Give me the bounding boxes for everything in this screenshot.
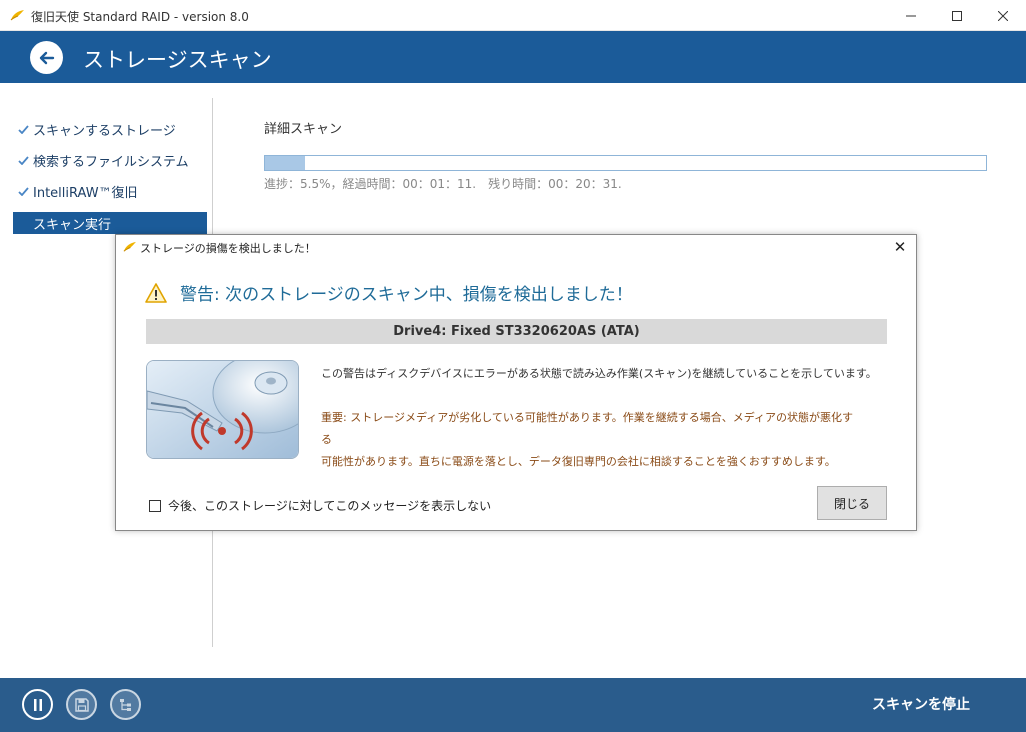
angel-wing-icon — [10, 10, 24, 21]
page-header: ストレージスキャン — [0, 31, 1026, 83]
close-icon — [998, 10, 1008, 21]
checkbox-box[interactable] — [149, 499, 161, 512]
hard-disk-icon — [147, 361, 298, 458]
close-window-button[interactable] — [980, 0, 1026, 31]
bottom-toolbar: スキャンを停止 — [0, 678, 1026, 732]
step-run-scan: スキャン実行 — [13, 212, 207, 234]
pause-icon — [33, 698, 42, 711]
step-label: スキャンするストレージ — [33, 123, 176, 139]
checkmark-icon — [13, 124, 33, 134]
window-titlebar: 復旧天使 Standard RAID - version 8.0 — [0, 0, 1026, 31]
drive-name: Drive4: Fixed ST3320620AS (ATA) — [393, 324, 640, 339]
step-label: スキャン実行 — [33, 217, 112, 233]
arrow-left-icon — [39, 51, 54, 64]
dialog-close-action-button[interactable]: 閉じる — [817, 486, 887, 520]
tree-view-button[interactable] — [110, 689, 141, 720]
save-button[interactable] — [66, 689, 97, 720]
progress-fill — [265, 156, 305, 170]
dialog-message: この警告はディスクデバイスにエラーがある状態で読み込み作業(スキャン)を継続して… — [321, 367, 877, 380]
warning-heading: 警告: 次のストレージのスキャン中、損傷を検出しました！ — [180, 285, 633, 305]
dont-show-again-checkbox[interactable]: 今後、このストレージに対してこのメッセージを表示しない — [149, 497, 491, 514]
step-intelliraw: IntelliRAW™復旧 — [13, 180, 207, 202]
checkmark-icon — [13, 155, 33, 165]
close-button-label: 閉じる — [833, 496, 870, 511]
scan-progress-bar — [264, 155, 987, 171]
scan-type-label: 詳細スキャン — [264, 122, 343, 137]
checkmark-icon — [13, 186, 33, 196]
minimize-button[interactable] — [888, 0, 934, 31]
back-button[interactable] — [30, 41, 63, 74]
minimize-icon — [906, 15, 916, 16]
warning-line: 重要: ストレージメディアが劣化している可能性があります。作業を継続する場合、メ… — [321, 411, 854, 446]
stop-scan-button[interactable]: スキャンを停止 — [872, 694, 970, 714]
page-title: ストレージスキャン — [83, 48, 272, 72]
angel-wing-icon — [123, 241, 137, 252]
warning-icon — [145, 283, 167, 303]
dialog-important-warning: 重要: ストレージメディアが劣化している可能性があります。作業を継続する場合、メ… — [321, 407, 861, 473]
dialog-title: ストレージの損傷を検出しました！ — [140, 242, 316, 255]
progress-status-text: 進捗：5.5%，経過時間：00：01：11. 残り時間：00：20：31. — [264, 177, 622, 191]
window-title: 復旧天使 Standard RAID - version 8.0 — [31, 10, 249, 24]
save-icon — [74, 697, 89, 712]
dialog-close-button[interactable]: ✕ — [888, 237, 912, 257]
dialog-titlebar: ストレージの損傷を検出しました！ ✕ — [116, 235, 916, 259]
warning-line: 可能性があります。直ちに電源を落とし、データ復旧専門の会社に相談することを強くお… — [321, 455, 836, 468]
dont-show-label: 今後、このストレージに対してこのメッセージを表示しない — [168, 499, 492, 513]
pause-button[interactable] — [22, 689, 53, 720]
tree-icon — [119, 698, 131, 711]
damaged-disk-illustration — [146, 360, 299, 459]
drive-name-bar: Drive4: Fixed ST3320620AS (ATA) — [146, 319, 887, 344]
damage-detected-dialog: ストレージの損傷を検出しました！ ✕ 警告: 次のストレージのスキャン中、損傷を… — [115, 234, 917, 531]
step-label: IntelliRAW™復旧 — [33, 185, 138, 201]
step-scan-storage: スキャンするストレージ — [13, 118, 207, 140]
close-icon: ✕ — [893, 238, 907, 256]
maximize-button[interactable] — [934, 0, 980, 31]
step-label: 検索するファイルシステム — [33, 154, 189, 170]
step-file-system: 検索するファイルシステム — [13, 149, 207, 171]
maximize-icon — [952, 10, 962, 21]
